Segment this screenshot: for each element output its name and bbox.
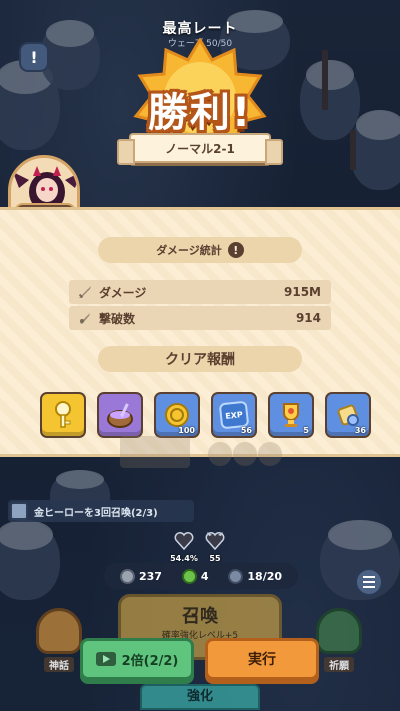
video-ad-icon bbox=[95, 652, 116, 666]
sword-icon bbox=[78, 286, 91, 299]
buff-demon: 55 bbox=[197, 532, 233, 563]
execute-label: 実行 bbox=[248, 652, 276, 668]
summon-title: 召喚 bbox=[182, 606, 218, 627]
best-rate-title: 最高レート bbox=[162, 21, 238, 37]
stat-label: ダメージ bbox=[99, 285, 147, 300]
stage-banner: ノーマル2-1 bbox=[117, 133, 283, 165]
silver-coin-icon bbox=[119, 568, 135, 584]
clear-rewards-header: クリア報酬 bbox=[98, 346, 302, 372]
damage-stats-table: ダメージ 915M 撃破数 914 bbox=[69, 280, 331, 332]
clear-rewards-title: クリア報酬 bbox=[165, 352, 235, 368]
resource-value: 237 bbox=[138, 569, 162, 583]
resource-bar: 237 4 18/20 bbox=[104, 563, 298, 589]
potion-bowl-icon bbox=[107, 403, 133, 428]
skull-icon bbox=[80, 313, 90, 324]
enhance-button[interactable]: 強化 bbox=[140, 684, 260, 710]
execute-button[interactable]: 実行 bbox=[205, 638, 319, 680]
double-label: 2倍(2/2) bbox=[121, 653, 179, 669]
resource-heroes: 18/20 bbox=[228, 568, 283, 584]
reward-qty: 36 bbox=[354, 426, 366, 435]
heart-crack-icon bbox=[174, 532, 194, 551]
menu-icon[interactable] bbox=[355, 568, 383, 596]
scroll-icon bbox=[337, 404, 359, 426]
myth-emblem-icon bbox=[36, 608, 82, 654]
resource-clover: 4 bbox=[181, 568, 209, 584]
stat-row-kills: 撃破数 914 bbox=[69, 306, 331, 330]
prayer-emblem-icon bbox=[316, 608, 362, 654]
prayer-label: 祈願 bbox=[324, 657, 354, 672]
resource-value: 4 bbox=[200, 569, 209, 583]
victory-title: 勝利! bbox=[147, 90, 253, 136]
myth-label: 神話 bbox=[44, 657, 74, 672]
quest-banner[interactable]: 金ヒーローを3回召喚(2/3) bbox=[8, 500, 194, 522]
stat-row-damage: ダメージ 915M bbox=[69, 280, 331, 304]
trophy-icon bbox=[283, 403, 299, 427]
gold-coin-icon bbox=[165, 403, 189, 427]
quest-scroll-icon bbox=[10, 502, 28, 520]
stat-value: 915M bbox=[284, 285, 321, 299]
exclamation-icon: ! bbox=[227, 242, 244, 258]
stat-label: 撃破数 bbox=[99, 311, 136, 326]
quest-text: 金ヒーローを3回召喚(2/3) bbox=[34, 507, 158, 519]
reward-qty: 5 bbox=[303, 426, 309, 435]
key-icon bbox=[55, 401, 71, 428]
damage-stats-header[interactable]: ダメージ統計 ! bbox=[98, 237, 302, 263]
clover-icon bbox=[181, 568, 197, 584]
stat-value: 914 bbox=[295, 311, 321, 325]
reward-item-scroll[interactable]: 36 bbox=[325, 392, 371, 438]
reward-item-key[interactable] bbox=[40, 392, 86, 438]
resource-silver: 237 bbox=[119, 568, 162, 584]
damage-stats-title: ダメージ統計 bbox=[156, 244, 222, 257]
buff-value: 55 bbox=[209, 554, 221, 563]
exclamation-icon[interactable]: ! bbox=[19, 42, 49, 72]
faded-hero-silhouettes bbox=[120, 436, 282, 468]
hero-count-icon bbox=[228, 568, 244, 584]
double-reward-button[interactable]: 2倍(2/2) bbox=[80, 638, 194, 680]
demon-heart-icon bbox=[205, 532, 225, 551]
resource-value: 18/20 bbox=[247, 569, 283, 583]
